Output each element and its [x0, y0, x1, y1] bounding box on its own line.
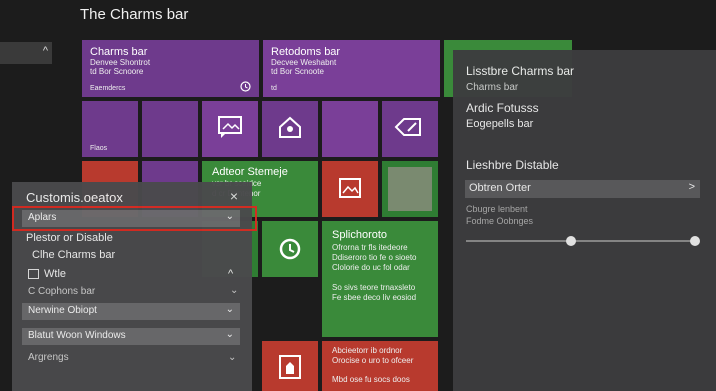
- chevron-down-icon[interactable]: ⌄: [230, 285, 238, 296]
- tile-line: Eaemdercs: [90, 85, 126, 92]
- tile-splichoroto[interactable]: Splichoroto Ofrorna tr fls itedeore Ddis…: [322, 221, 438, 337]
- house-icon: [276, 113, 304, 141]
- tile-retodoms-bar[interactable]: Retodoms bar Decvee Weshabnt td Bor Scno…: [263, 40, 440, 97]
- close-icon[interactable]: ×: [230, 188, 238, 204]
- tile-image-green[interactable]: [382, 161, 438, 217]
- chevron-up-icon[interactable]: ^: [228, 268, 233, 280]
- chevron-down-icon[interactable]: ⌄: [228, 352, 236, 363]
- dropdown-value: Blatut Woon Windows: [28, 330, 126, 341]
- tile-photo-chat[interactable]: [202, 101, 258, 157]
- tile-edit[interactable]: [382, 101, 438, 157]
- tile-purple-2[interactable]: [142, 101, 198, 157]
- window-icon: [28, 269, 39, 280]
- panel-subheading: Charms bar: [466, 82, 519, 93]
- tile-refresh[interactable]: [262, 221, 318, 277]
- tile-title: Adteor Stemeje: [212, 166, 288, 178]
- panel-note: Cbugre lenbent: [466, 204, 528, 214]
- panel-subheading: Eogepells bar: [466, 118, 534, 130]
- tile-line: td: [271, 85, 277, 92]
- tile-chess[interactable]: [262, 341, 318, 391]
- panel-note: Fodme Oobnges: [466, 216, 534, 226]
- tile-charms-bar[interactable]: Charms bar Denvee Shontrot td Bor Scnoor…: [82, 40, 259, 97]
- chevron-down-icon: ⌄: [225, 329, 234, 340]
- tile-purple-5[interactable]: [322, 101, 378, 157]
- cophons-label: C Cophons bar: [28, 286, 96, 297]
- slider-track[interactable]: [466, 240, 696, 242]
- tile-line: td Bor Scnoore: [90, 67, 144, 76]
- charms-label: Clhe Charms bar: [32, 249, 116, 261]
- photo-chat-icon: [216, 113, 244, 141]
- collapse-strip[interactable]: ^: [0, 42, 52, 64]
- flyout-title: Customis.oeatox: [26, 190, 123, 205]
- panel-heading: Lisstbre Charms bar: [466, 64, 575, 78]
- edit-icon: [394, 113, 424, 141]
- tile-title: Charms bar: [90, 46, 148, 58]
- refresh-icon: [276, 235, 304, 263]
- dropdown-windows[interactable]: Blatut Woon Windows ⌄: [22, 328, 240, 345]
- tile-label: Flaos: [90, 145, 108, 152]
- dropdown-value: Aplars: [28, 212, 57, 223]
- panel-heading: Lieshbre Distable: [466, 158, 559, 172]
- select-value: Obtren Orter: [469, 182, 531, 194]
- slider-knob-1[interactable]: [566, 236, 576, 246]
- tile-title: Splichoroto: [332, 229, 388, 241]
- panel-heading: Ardic Fotusss: [466, 101, 539, 115]
- customise-flyout: Customis.oeatox × Aplars ⌄ Plestor or Di…: [12, 182, 257, 391]
- tile-line: Abcieetorr ib ordnor: [332, 346, 403, 355]
- chevron-down-icon: ⌄: [225, 211, 234, 222]
- thumbnail-image: [388, 167, 432, 211]
- argrengs-label: Argrengs: [28, 352, 69, 363]
- chevron-up-icon: ^: [42, 45, 48, 57]
- wtle-label: Wtle: [44, 268, 66, 280]
- tile-line: So sivs teore trnaxsleto: [332, 283, 416, 292]
- tile-line: Fe sbee deco liv eosiod: [332, 293, 417, 302]
- tile-line: Orocise o uro to ofceer: [332, 356, 414, 365]
- chess-icon: [276, 353, 304, 381]
- tile-line: Clolorie do uc fol odar: [332, 263, 410, 272]
- tile-line: Ofrorna tr fls itedeore: [332, 243, 408, 252]
- tile-house[interactable]: [262, 101, 318, 157]
- tile-line: td Bor Scnoote: [271, 67, 324, 76]
- tile-abcieetorr[interactable]: Abcieetorr ib ordnor Orocise o uro to of…: [322, 341, 438, 391]
- dropdown-value: Nerwine Obiopt: [28, 305, 97, 316]
- tile-photos[interactable]: [322, 161, 378, 217]
- chevron-down-icon: ⌄: [225, 304, 234, 315]
- restore-label: Plestor or Disable: [26, 232, 113, 244]
- tile-flaos[interactable]: Flaos: [82, 101, 138, 157]
- panel-select[interactable]: Obtren Orter >: [465, 180, 700, 198]
- chevron-right-icon: >: [688, 181, 695, 193]
- photos-icon: [336, 175, 364, 201]
- wtle-row[interactable]: Wtle: [28, 268, 66, 280]
- page-title: The Charms bar: [80, 6, 189, 23]
- dropdown-nerwine[interactable]: Nerwine Obiopt ⌄: [22, 303, 240, 320]
- clock-icon: [239, 80, 251, 92]
- tile-title: Retodoms bar: [271, 46, 341, 58]
- tile-line: Ddiseroro tio fe o sioeto: [332, 253, 417, 262]
- charms-settings-panel: Lisstbre Charms bar Charms bar Ardic Fot…: [453, 50, 716, 391]
- dropdown-aplars[interactable]: Aplars ⌄: [22, 210, 240, 227]
- slider-knob-2[interactable]: [690, 236, 700, 246]
- tile-line: Mbd ose fu socs doos: [332, 375, 410, 384]
